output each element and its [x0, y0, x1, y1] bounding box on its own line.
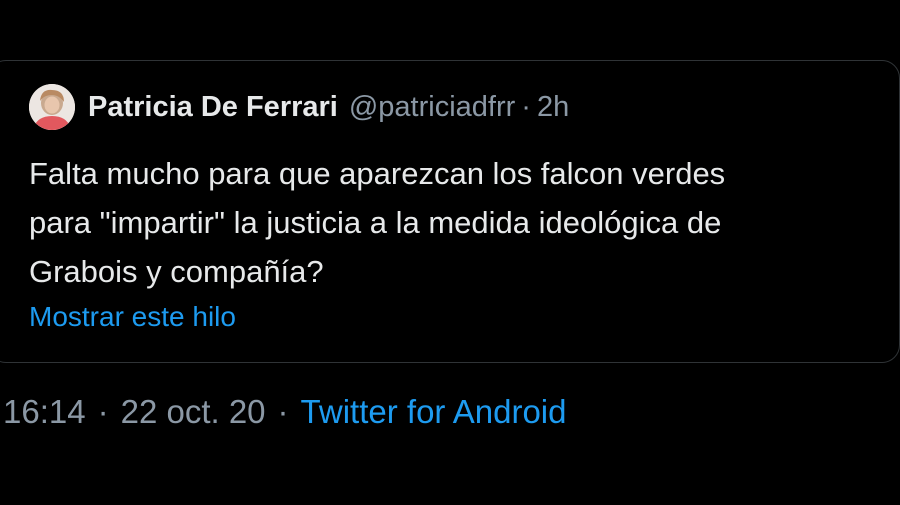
meta-separator: ·: [277, 393, 289, 430]
tweet-view: Patricia De Ferrari @patriciadfrr · 2h F…: [0, 0, 900, 505]
tweet-text-line: Falta mucho para que aparezcan los falco…: [29, 156, 726, 191]
meta-separator: ·: [97, 393, 109, 430]
avatar[interactable]: [29, 84, 75, 130]
tweet-date[interactable]: 22 oct. 20: [121, 393, 266, 431]
post-age[interactable]: 2h: [537, 91, 569, 124]
show-thread-link[interactable]: Mostrar este hilo: [29, 301, 236, 333]
author-handle[interactable]: @patriciadfrr: [349, 91, 515, 124]
tweet-text-line: para "impartir" la justicia a la medida …: [29, 205, 722, 240]
quoted-tweet-card[interactable]: Patricia De Ferrari @patriciadfrr · 2h F…: [0, 60, 900, 363]
profile-photo-icon: [29, 84, 75, 130]
tweet-text-line: Grabois y compañía?: [29, 254, 324, 289]
header-separator: ·: [521, 90, 531, 123]
tweet-source-link[interactable]: Twitter for Android: [301, 393, 567, 431]
author-name[interactable]: Patricia De Ferrari: [88, 91, 338, 124]
tweet-text: Falta mucho para que aparezcan los falco…: [29, 149, 889, 296]
tweet-meta: 16:14 · 22 oct. 20 · Twitter for Android: [3, 393, 567, 431]
quoted-tweet-header: Patricia De Ferrari @patriciadfrr · 2h: [29, 83, 569, 131]
tweet-time[interactable]: 16:14: [3, 393, 86, 431]
